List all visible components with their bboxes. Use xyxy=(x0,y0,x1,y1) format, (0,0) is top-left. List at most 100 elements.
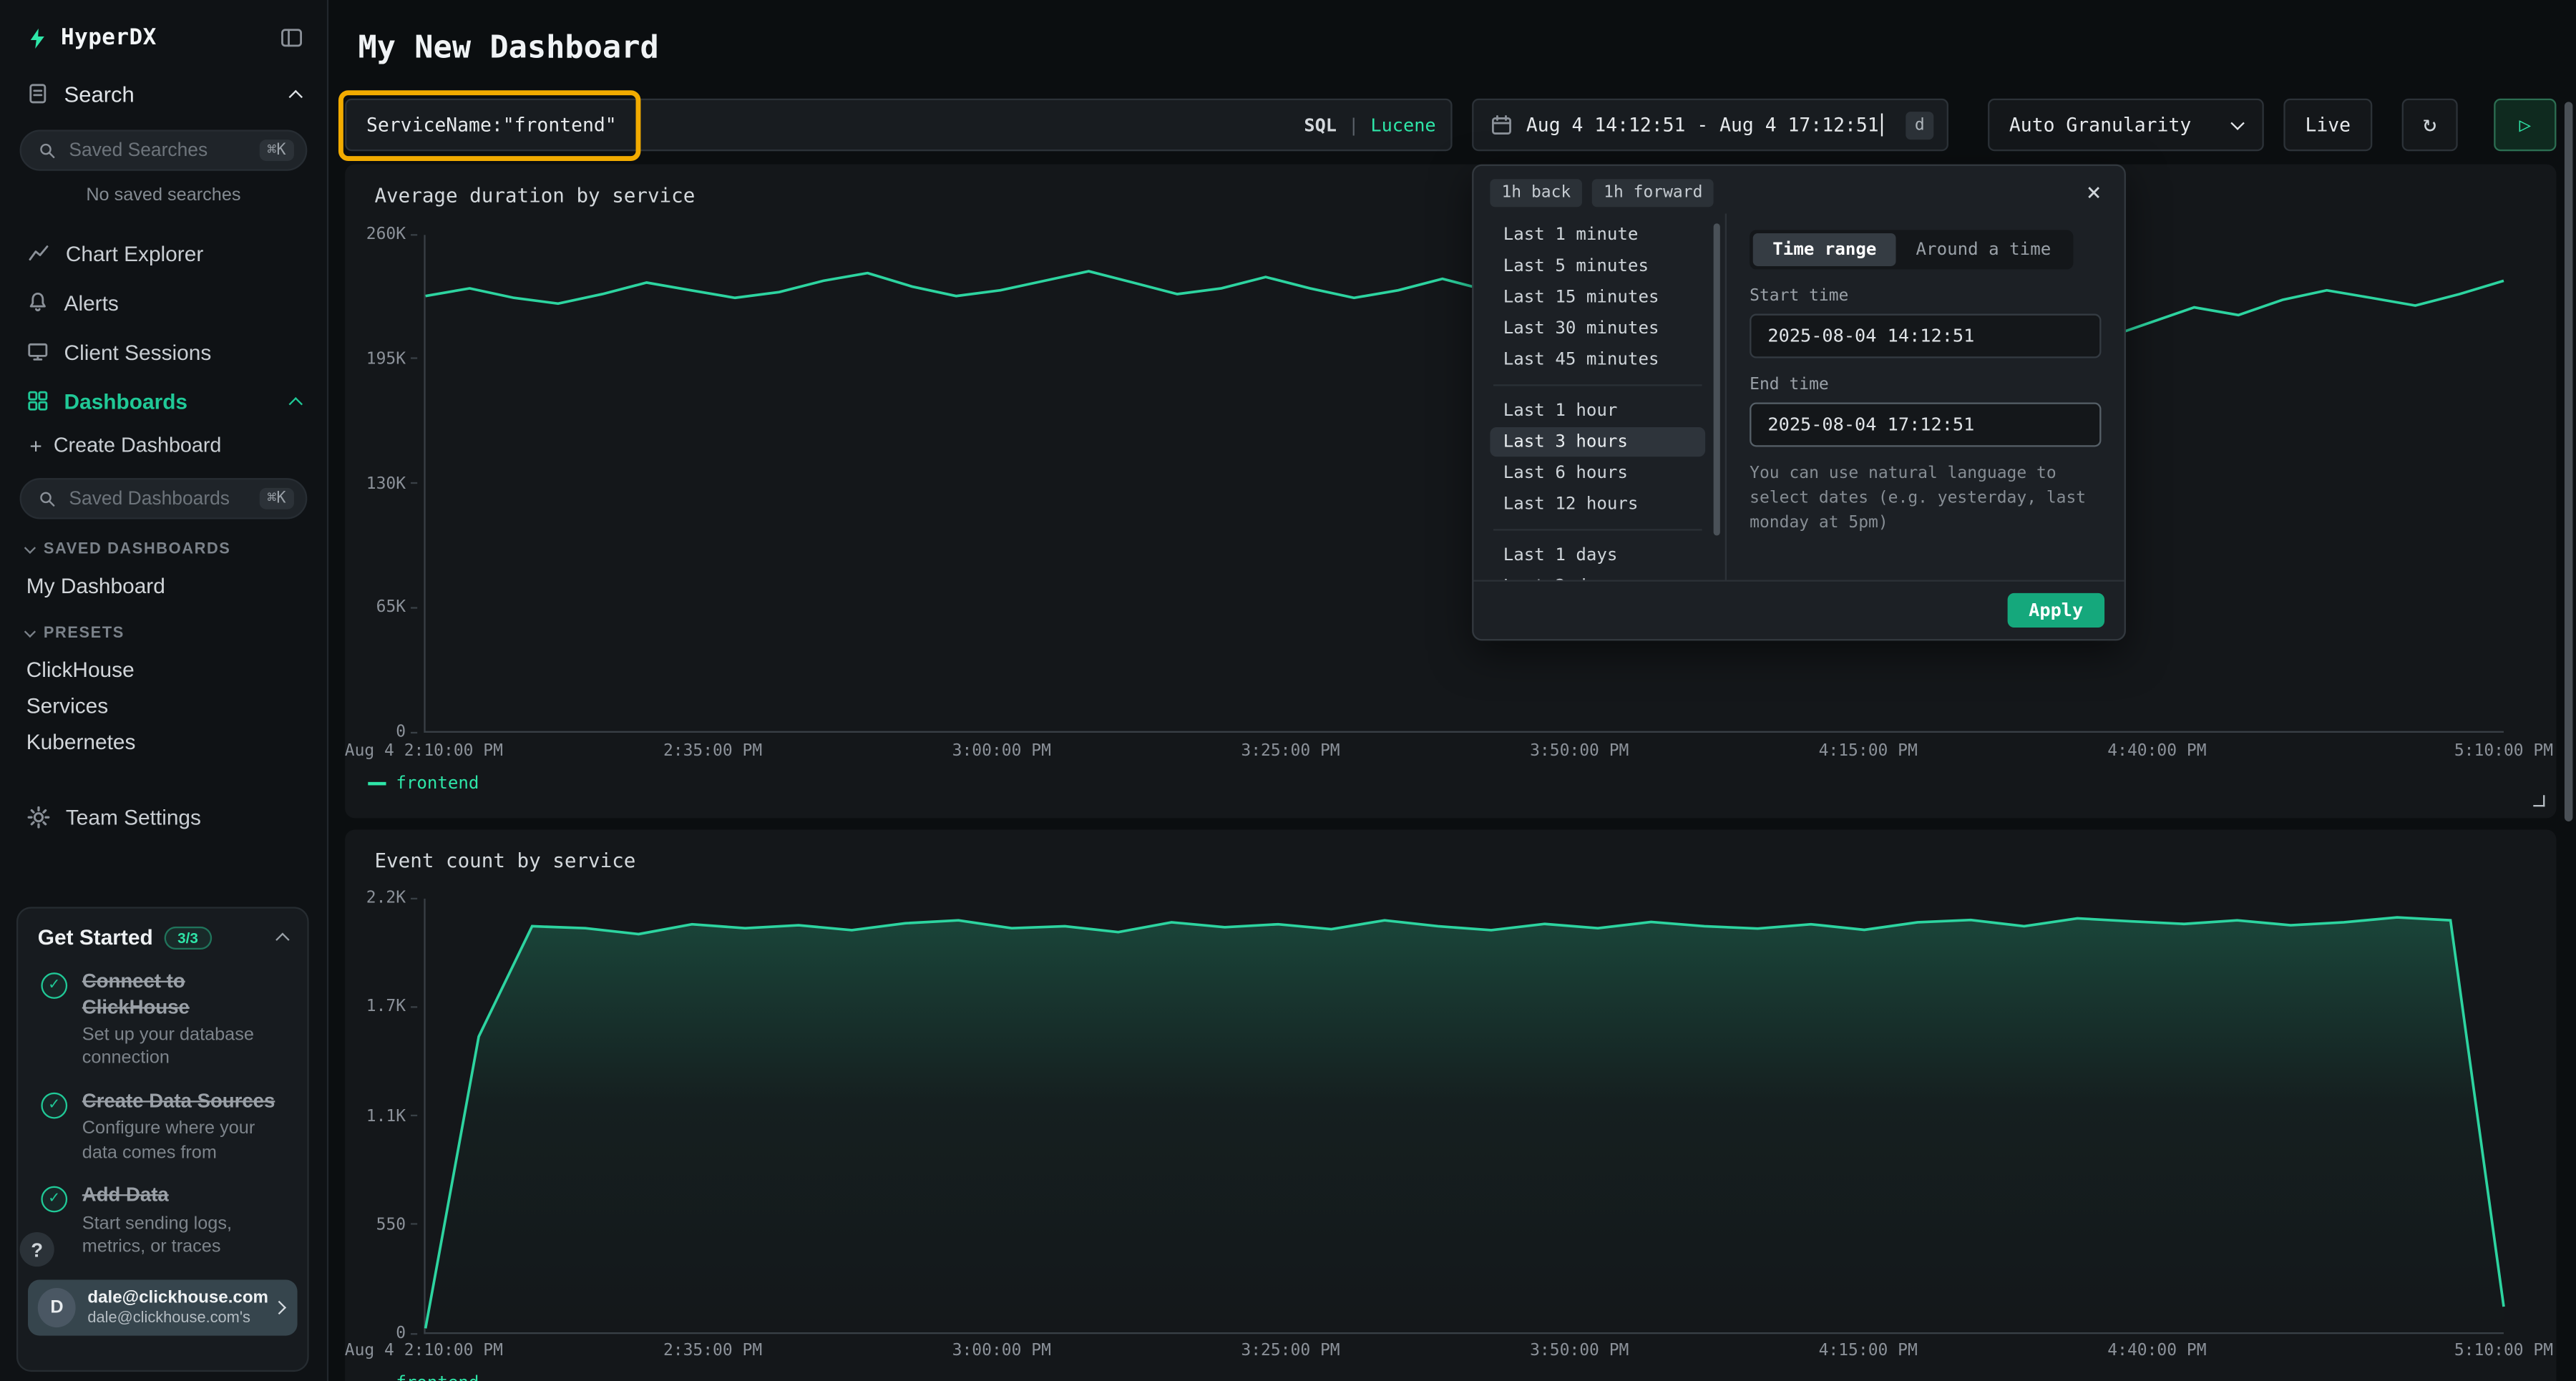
divider: | xyxy=(1348,114,1359,136)
preset-option[interactable]: Last 1 minute xyxy=(1490,220,1705,250)
section-saved-dashboards[interactable]: SAVED DASHBOARDS xyxy=(26,540,301,558)
search-icon xyxy=(38,140,58,160)
y-tick: 65K xyxy=(376,599,418,617)
y-tick: 2.2K xyxy=(366,889,417,907)
end-time-input[interactable] xyxy=(1750,403,2101,447)
chevron-down-icon xyxy=(25,626,36,637)
chart-icon xyxy=(26,242,51,265)
preset-option-selected[interactable]: Last 3 hours xyxy=(1490,427,1705,457)
x-tick: 4:40:00 PM xyxy=(2107,1342,2206,1360)
x-tick: 5:10:00 PM xyxy=(2454,743,2553,761)
tab-time-range[interactable]: Time range xyxy=(1753,233,1896,266)
section-presets[interactable]: PRESETS xyxy=(26,624,301,642)
x-tick: 3:50:00 PM xyxy=(1530,743,1629,761)
preset-option[interactable]: Last 5 minutes xyxy=(1490,251,1705,280)
chart-legend[interactable]: frontend xyxy=(368,1373,479,1381)
page-scrollbar-thumb[interactable] xyxy=(2565,102,2572,821)
scrollbar-thumb[interactable] xyxy=(1714,223,1720,535)
get-started-item-add-data[interactable]: ✓ Add Data Start sending logs, metrics, … xyxy=(18,1173,307,1267)
sidebar-item-services[interactable]: Services xyxy=(0,687,327,723)
tab-around-a-time[interactable]: Around a time xyxy=(1896,233,2071,266)
sidebar-item-my-dashboard[interactable]: My Dashboard xyxy=(0,567,327,603)
get-started-title: Get Started xyxy=(38,925,153,950)
y-axis-labels: 260K 195K 130K 65K 0 xyxy=(345,235,421,733)
chart-legend[interactable]: frontend xyxy=(368,774,479,794)
grid-icon xyxy=(26,389,49,412)
saved-searches-input[interactable]: Saved Searches ⌘K xyxy=(20,130,308,170)
x-tick: 3:25:00 PM xyxy=(1241,1342,1340,1360)
bell-icon xyxy=(26,291,49,313)
start-time-input[interactable] xyxy=(1750,314,2101,358)
x-axis-labels: Aug 4 2:10:00 PM 2:35:00 PM 3:00:00 PM 3… xyxy=(424,743,2504,766)
search-input[interactable] xyxy=(345,99,1452,151)
preset-option[interactable]: Last 30 minutes xyxy=(1490,314,1705,343)
get-started-item-sources[interactable]: ✓ Create Data Sources Configure where yo… xyxy=(18,1079,307,1173)
x-tick: 4:15:00 PM xyxy=(1819,1342,1918,1360)
refresh-button[interactable]: ↻ xyxy=(2402,99,2458,151)
shift-forward-button[interactable]: 1h forward xyxy=(1592,179,1714,207)
section-label: SAVED DASHBOARDS xyxy=(44,540,231,558)
sidebar-item-client-sessions[interactable]: Client Sessions xyxy=(0,327,327,376)
preset-option[interactable]: Last 1 days xyxy=(1490,540,1705,570)
line-chart-plot[interactable] xyxy=(424,235,2504,733)
x-tick: 5:10:00 PM xyxy=(2454,1342,2553,1360)
sidebar-item-alerts[interactable]: Alerts xyxy=(0,278,327,327)
sidebar: HyperDX Search Saved Searches ⌘K No save… xyxy=(0,0,328,1381)
monitor-icon xyxy=(26,340,49,363)
user-account-row[interactable]: D dale@clickhouse.com dale@clickhouse.co… xyxy=(28,1280,298,1336)
get-started-card: Get Started 3/3 ✓ Connect to ClickHouse … xyxy=(16,907,309,1372)
sidebar-item-team-settings[interactable]: Team Settings xyxy=(0,792,327,841)
sidebar-item-search[interactable]: Search xyxy=(0,67,327,119)
preset-option[interactable]: Last 6 hours xyxy=(1490,459,1705,488)
x-tick: 4:40:00 PM xyxy=(2107,743,2206,761)
time-preset-list: Last 1 minute Last 5 minutes Last 15 min… xyxy=(1473,213,1727,580)
saved-dashboards-input[interactable]: Saved Dashboards ⌘K xyxy=(20,478,308,519)
x-tick: 3:00:00 PM xyxy=(952,743,1051,761)
lucene-toggle[interactable]: Lucene xyxy=(1370,114,1435,136)
nav-label: Chart Explorer xyxy=(66,240,301,265)
chart-card-event-count: Event count by service 2.2K 1.7K 1.1K 55… xyxy=(345,829,2556,1381)
get-started-header[interactable]: Get Started 3/3 xyxy=(18,909,307,960)
user-email: dale@clickhouse.com xyxy=(87,1287,263,1309)
x-tick: 4:15:00 PM xyxy=(1819,743,1918,761)
task-title: Create Data Sources xyxy=(82,1089,288,1115)
shift-back-button[interactable]: 1h back xyxy=(1490,179,1582,207)
x-tick: 3:50:00 PM xyxy=(1530,1342,1629,1360)
help-button[interactable]: ? xyxy=(20,1232,54,1267)
preset-option[interactable]: Last 15 minutes xyxy=(1490,283,1705,312)
screenshot-stage: HyperDX Search Saved Searches ⌘K No save… xyxy=(0,0,2576,1381)
get-started-item-connect[interactable]: ✓ Connect to ClickHouse Set up your data… xyxy=(18,960,307,1079)
time-range-input[interactable]: Aug 4 14:12:51 - Aug 4 17:12:51 d xyxy=(1472,99,1948,151)
close-icon[interactable]: × xyxy=(2080,181,2108,205)
y-axis-labels: 2.2K 1.7K 1.1K 550 0 xyxy=(345,899,421,1334)
x-axis-labels: Aug 4 2:10:00 PM 2:35:00 PM 3:00:00 PM 3… xyxy=(424,1342,2504,1365)
line-chart-plot[interactable] xyxy=(424,899,2504,1334)
x-tick: 2:35:00 PM xyxy=(663,1342,762,1360)
resize-handle[interactable] xyxy=(2533,795,2545,806)
preset-option[interactable]: Last 2 days xyxy=(1490,572,1705,580)
x-tick: Aug 4 2:10:00 PM xyxy=(345,1342,503,1360)
preset-item-label: Services xyxy=(26,693,108,717)
query-language-toggle: SQL | Lucene xyxy=(1304,99,1435,151)
collapse-sidebar-icon[interactable] xyxy=(279,26,303,49)
sql-toggle[interactable]: SQL xyxy=(1304,114,1337,136)
preset-option[interactable]: Last 12 hours xyxy=(1490,489,1705,519)
plus-icon: + xyxy=(29,433,42,457)
start-time-label: Start time xyxy=(1750,288,2101,306)
sidebar-item-dashboards[interactable]: Dashboards xyxy=(0,376,327,426)
live-button[interactable]: Live xyxy=(2283,99,2372,151)
saved-dashboards-placeholder: Saved Dashboards xyxy=(69,489,247,509)
apply-button[interactable]: Apply xyxy=(2007,593,2104,628)
hyperdx-logo[interactable]: HyperDX xyxy=(26,24,157,51)
y-tick: 0 xyxy=(396,1325,417,1343)
end-time-label: End time xyxy=(1750,376,2101,394)
create-dashboard-button[interactable]: + Create Dashboard xyxy=(0,426,327,465)
run-query-button[interactable]: ▷ xyxy=(2494,99,2556,151)
granularity-select[interactable]: Auto Granularity xyxy=(1988,99,2264,151)
sidebar-item-kubernetes[interactable]: Kubernetes xyxy=(0,723,327,759)
preset-option[interactable]: Last 45 minutes xyxy=(1490,345,1705,374)
legend-line-swatch xyxy=(368,782,386,786)
sidebar-item-chart-explorer[interactable]: Chart Explorer xyxy=(0,228,327,278)
sidebar-item-clickhouse[interactable]: ClickHouse xyxy=(0,650,327,687)
preset-option[interactable]: Last 1 hour xyxy=(1490,396,1705,425)
